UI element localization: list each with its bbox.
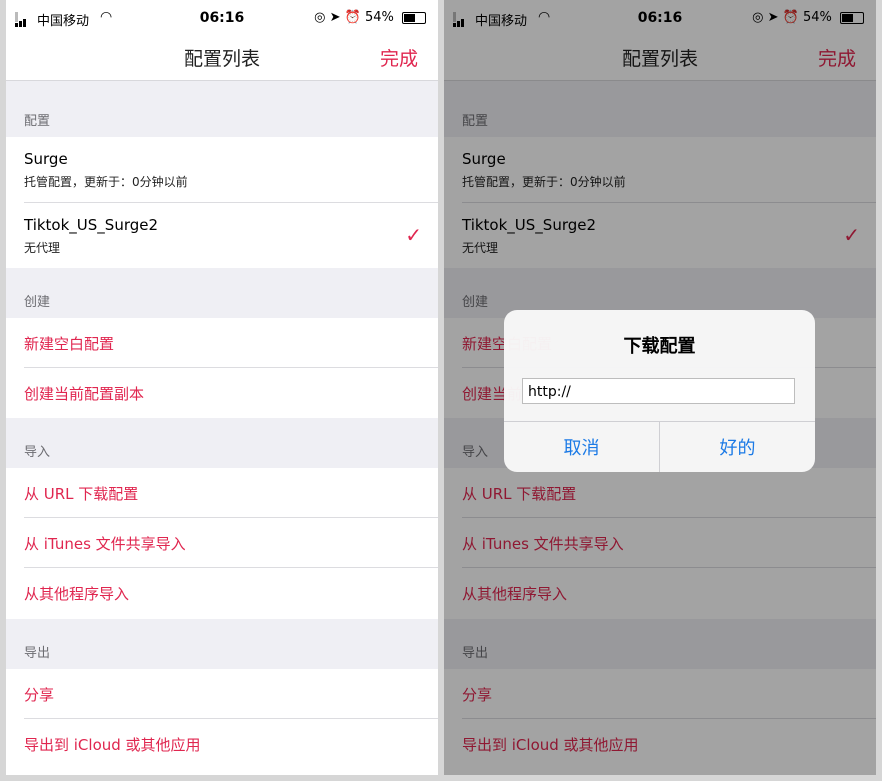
new-blank-config-button[interactable]: 新建空白配置 — [6, 318, 438, 368]
battery-percent: 54% — [364, 10, 394, 25]
screen-config-list: 中国移动 ◠ 06:16 ◎ ➤ ⏰ 54% 配置列表 完成 配置 Surge … — [6, 0, 438, 775]
section-header-export: 导出 — [24, 646, 51, 661]
download-config-alert: 下载配置 http:// 取消 好的 — [504, 310, 815, 472]
config-detail: 托管配置，更新于：0分钟以前 — [24, 175, 188, 189]
config-name: Surge — [24, 150, 68, 168]
section-header-config: 配置 — [24, 114, 51, 129]
export-to-icloud-button[interactable]: 导出到 iCloud 或其他应用 — [6, 719, 438, 775]
cancel-button[interactable]: 取消 — [504, 434, 659, 460]
battery-icon — [402, 11, 426, 24]
section-header-import: 导入 — [24, 445, 51, 460]
config-name: Tiktok_US_Surge2 — [24, 216, 159, 234]
import-from-url-button[interactable]: 从 URL 下载配置 — [6, 468, 438, 518]
done-button[interactable]: 完成 — [380, 44, 418, 71]
url-input[interactable]: http:// — [522, 378, 795, 404]
section-header-create: 创建 — [24, 295, 51, 310]
alarm-icon: ⏰ — [344, 10, 361, 25]
config-item-surge[interactable]: Surge 托管配置，更新于：0分钟以前 — [6, 137, 438, 203]
config-item-tiktok[interactable]: Tiktok_US_Surge2 无代理 ✓ — [6, 203, 438, 268]
duplicate-config-button[interactable]: 创建当前配置副本 — [6, 368, 438, 418]
import-from-other-app-button[interactable]: 从其他程序导入 — [6, 568, 438, 619]
screen-config-list-with-alert: 中国移动 ◠ 06:16 ◎ ➤ ⏰ 54% 配置列表 完成 配置 Surge … — [444, 0, 876, 775]
location-icon: ➤ — [329, 10, 341, 25]
import-from-itunes-button[interactable]: 从 iTunes 文件共享导入 — [6, 518, 438, 568]
share-button[interactable]: 分享 — [6, 669, 438, 719]
orientation-lock-icon: ◎ — [314, 10, 326, 25]
status-bar: 中国移动 ◠ 06:16 ◎ ➤ ⏰ 54% — [6, 0, 438, 36]
config-detail: 无代理 — [24, 241, 61, 255]
nav-bar: 配置列表 完成 — [6, 36, 438, 81]
checkmark-icon: ✓ — [405, 223, 422, 247]
page-title: 配置列表 — [183, 48, 260, 70]
ok-button[interactable]: 好的 — [660, 434, 815, 460]
alert-title: 下载配置 — [623, 336, 696, 357]
